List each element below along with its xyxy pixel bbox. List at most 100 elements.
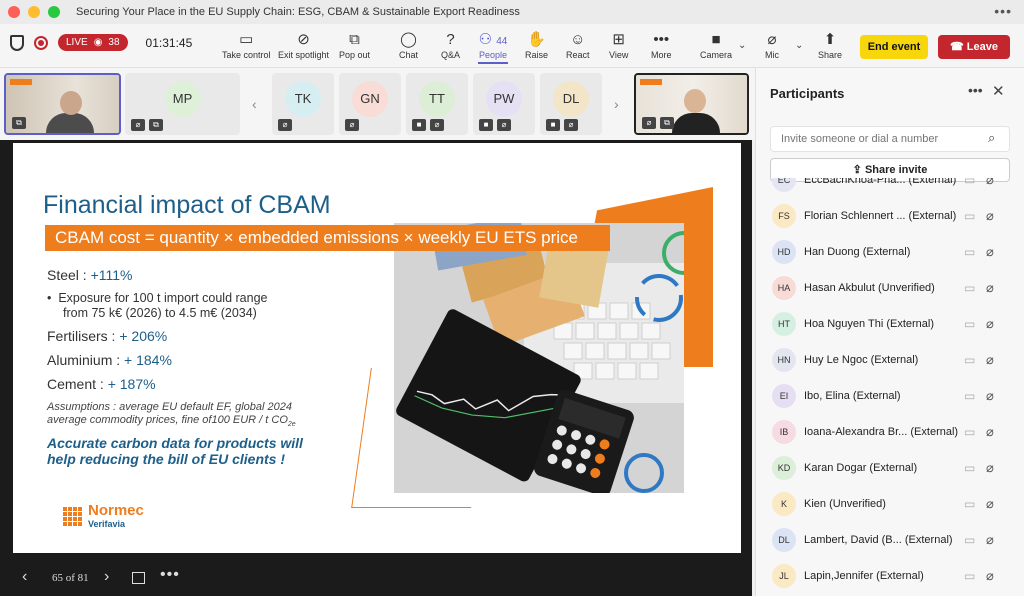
tile-icons: ■ ⌀ [479, 119, 511, 131]
slide-photo [394, 223, 684, 493]
exit-spotlight-button[interactable]: ⊘ Exit spotlight [278, 30, 329, 60]
mic-off-icon[interactable]: ⌀ [986, 460, 994, 476]
more-button[interactable]: ••• More [651, 30, 672, 60]
video-tile-tk[interactable]: TK ⌀ [272, 73, 334, 135]
participant-row[interactable]: EI Ibo, Elina (External) ▭ ⌀ [756, 378, 1024, 414]
mic-options-chevron-icon[interactable]: ⌄ [795, 40, 803, 51]
mic-off-icon[interactable]: ⌀ [986, 280, 994, 296]
participant-row[interactable]: FS Florian Schlennert ... (External) ▭ ⌀ [756, 198, 1024, 234]
minimize-window-button[interactable] [28, 6, 40, 18]
share-invite-label: Share invite [864, 164, 928, 176]
mic-off-icon[interactable]: ⌀ [986, 496, 994, 512]
next-slide-icon[interactable]: › [104, 568, 109, 586]
participant-row[interactable]: KD Karan Dogar (External) ▭ ⌀ [756, 450, 1024, 486]
raise-hand-button[interactable]: ✋ Raise [525, 30, 548, 60]
pop-out-button[interactable]: ⧉ Pop out [339, 30, 370, 60]
gallery-prev-icon[interactable]: ‹ [252, 96, 257, 112]
screen-share-icon: ⧉ [12, 117, 26, 129]
prev-slide-icon[interactable]: ‹ [22, 568, 27, 586]
view-button[interactable]: ⊞ View [609, 30, 628, 60]
chat-button[interactable]: ◯ Chat [399, 30, 418, 60]
tile-icons: ■ ⌀ [546, 119, 578, 131]
assumption-line-1: Assumptions : average EU default EF, glo… [47, 401, 293, 413]
people-button[interactable]: ⚇ 44 People [478, 30, 508, 64]
participant-row[interactable]: HT Hoa Nguyen Thi (External) ▭ ⌀ [756, 306, 1024, 342]
recording-icon[interactable] [34, 35, 48, 50]
search-icon[interactable]: ⌕ [988, 130, 995, 146]
participant-row[interactable]: EC EccBachKhoa-Pha... (External) ▭ ⌀ [756, 178, 1024, 198]
close-window-button[interactable] [8, 6, 20, 18]
avatar: TT [419, 81, 455, 117]
view-label: View [609, 50, 629, 60]
raise-label: Raise [525, 50, 549, 60]
slide-more-icon[interactable]: ••• [160, 566, 180, 584]
take-control-button[interactable]: ▭ Take control [222, 30, 271, 60]
video-tile-mp[interactable]: MP ⌀ ⧉ [125, 73, 240, 135]
screen-share-icon: ⧉ [660, 117, 674, 129]
aluminium-value: + 184% [124, 352, 172, 368]
video-tile-presenter[interactable]: ⧉ [4, 73, 121, 135]
video-tile-pw[interactable]: PW ■ ⌀ [473, 73, 535, 135]
qna-button[interactable]: ? Q&A [441, 30, 460, 60]
participant-row[interactable]: HD Han Duong (External) ▭ ⌀ [756, 234, 1024, 270]
viewer-count: 38 [108, 37, 120, 48]
accurate-line-2: help reducing the bill of EU clients ! [47, 451, 286, 467]
video-tile-self[interactable]: ⌀ ⧉ [634, 73, 749, 135]
mic-button[interactable]: ⌀ Mic [765, 30, 779, 60]
camera-off-icon: ▭ [964, 245, 976, 259]
react-label: React [566, 50, 590, 60]
participant-row[interactable]: HN Huy Le Ngoc (External) ▭ ⌀ [756, 342, 1024, 378]
window-controls [8, 6, 60, 18]
live-badge[interactable]: LIVE ◉ 38 [58, 34, 128, 51]
camera-label: Camera [700, 50, 733, 60]
invite-input[interactable] [770, 126, 1010, 152]
steel-value: +111% [90, 267, 133, 283]
slide-grid-icon[interactable] [132, 572, 145, 584]
mic-off-icon[interactable]: ⌀ [986, 424, 994, 440]
avatar: HD [772, 240, 796, 264]
participant-row[interactable]: HA Hasan Akbulut (Unverified) ▭ ⌀ [756, 270, 1024, 306]
share-button[interactable]: ⬆ Share [818, 30, 842, 60]
window-more-icon[interactable]: ••• [994, 3, 1012, 19]
participant-row[interactable]: K Kien (Unverified) ▭ ⌀ [756, 486, 1024, 522]
camera-options-chevron-icon[interactable]: ⌄ [738, 40, 746, 51]
formula-text: CBAM cost = quantity × embedded emission… [55, 228, 578, 247]
title-bar: Securing Your Place in the EU Supply Cha… [0, 0, 1024, 24]
panel-more-icon[interactable]: ••• [968, 82, 983, 98]
avatar: HA [772, 276, 796, 300]
avatar: IB [772, 420, 796, 444]
camera-button[interactable]: ■ Camera [700, 30, 732, 60]
take-control-label: Take control [222, 50, 271, 60]
video-tile-gn[interactable]: GN ⌀ [339, 73, 401, 135]
mic-off-icon[interactable]: ⌀ [986, 208, 994, 224]
mic-off-icon[interactable]: ⌀ [986, 388, 994, 404]
mic-off-icon[interactable]: ⌀ [986, 244, 994, 260]
gallery-next-icon[interactable]: › [614, 96, 619, 112]
close-icon[interactable]: ✕ [992, 82, 1005, 100]
spotlight-off-icon: ⊘ [297, 31, 310, 48]
mic-off-icon[interactable]: ⌀ [986, 568, 994, 584]
avatar: FS [772, 204, 796, 228]
mic-off-icon[interactable]: ⌀ [986, 316, 994, 332]
participant-name: Lapin,Jennifer (External) [804, 570, 924, 582]
teams-window: Securing Your Place in the EU Supply Cha… [0, 0, 1024, 596]
end-event-button[interactable]: End event [860, 35, 928, 59]
maximize-window-button[interactable] [48, 6, 60, 18]
video-tile-tt[interactable]: TT ■ ⌀ [406, 73, 468, 135]
video-tile-dl[interactable]: DL ■ ⌀ [540, 73, 602, 135]
mic-off-icon[interactable]: ⌀ [986, 532, 994, 548]
meeting-timer: 01:31:45 [145, 35, 193, 50]
mic-off-icon[interactable]: ⌀ [986, 178, 994, 188]
mic-off-icon[interactable]: ⌀ [986, 352, 994, 368]
participant-row[interactable]: DL Lambert, David (B... (External) ▭ ⌀ [756, 522, 1024, 558]
avatar: EI [772, 384, 796, 408]
mic-off-icon: ⌀ [642, 117, 656, 129]
shield-icon[interactable] [10, 34, 24, 51]
leave-button[interactable]: ☎ Leave [938, 35, 1010, 59]
take-control-icon: ▭ [239, 31, 254, 48]
camera-off-icon: ■ [546, 119, 560, 131]
participant-name: Florian Schlennert ... (External) [804, 210, 957, 222]
participant-row[interactable]: IB Ioana-Alexandra Br... (External) ▭ ⌀ [756, 414, 1024, 450]
react-button[interactable]: ☺ React [566, 30, 590, 60]
participant-row[interactable]: JL Lapin,Jennifer (External) ▭ ⌀ [756, 558, 1024, 594]
